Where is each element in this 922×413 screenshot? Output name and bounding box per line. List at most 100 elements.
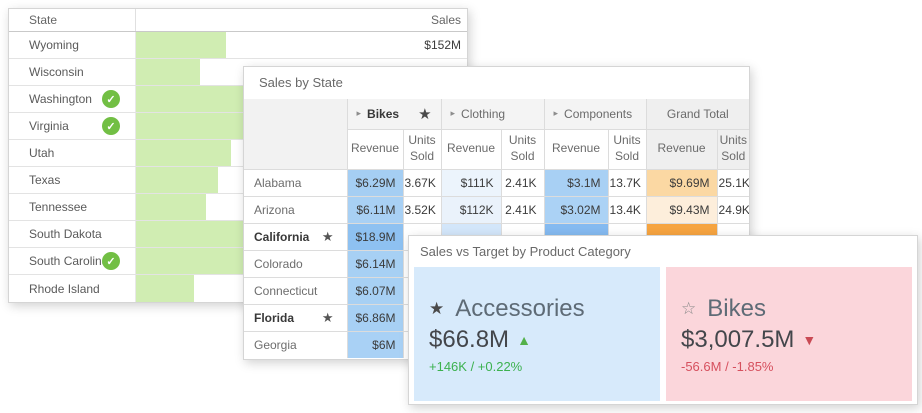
pivot-data-cell[interactable]: $9.43M <box>646 196 717 223</box>
state-label: Virginia <box>29 119 69 133</box>
favorite-star-icon[interactable]: ★ <box>322 229 334 245</box>
pivot-row-label[interactable]: Georgia <box>244 331 347 358</box>
favorite-star-outline-icon[interactable]: ☆ <box>681 299 696 319</box>
favorite-star-filled-icon[interactable]: ★ <box>429 299 444 319</box>
pivot-corner-cell <box>244 99 347 169</box>
card-value: $3,007.5M <box>681 326 794 354</box>
pivot-row-label[interactable]: Arizona <box>244 196 347 223</box>
pivot-data-cell[interactable]: $6.07M <box>347 277 403 304</box>
check-badge-icon: ✓ <box>102 90 120 108</box>
state-label: Tennessee <box>29 200 87 214</box>
state-label: Rhode Island <box>29 282 100 296</box>
favorite-star-icon[interactable]: ★ <box>322 310 334 326</box>
subheader-units-clothing[interactable]: Units Sold <box>501 129 544 169</box>
state-label: Washington <box>29 92 92 106</box>
subheader-units-bikes[interactable]: Units Sold <box>403 129 441 169</box>
pivot-data-cell[interactable]: 2.41K <box>501 196 544 223</box>
grid-header-row: State Sales <box>9 9 467 32</box>
sales-data-bar <box>136 248 248 274</box>
pivot-category-clothing[interactable]: ▸ Clothing <box>441 99 544 129</box>
sales-bar-cell: $152M <box>136 32 467 58</box>
subheader-units-components[interactable]: Units Sold <box>608 129 646 169</box>
state-label: Texas <box>29 173 60 187</box>
pivot-data-cell[interactable]: $6.11M <box>347 196 403 223</box>
pivot-data-cell[interactable]: $6M <box>347 331 403 358</box>
pivot-data-cell[interactable]: 25.1K <box>717 169 749 196</box>
state-label-cell: Rhode Island <box>9 275 136 302</box>
sales-data-bar <box>136 221 248 247</box>
pivot-category-grand-total[interactable]: Grand Total <box>646 99 749 129</box>
pivot-row-label[interactable]: Colorado <box>244 250 347 277</box>
pivot-data-cell[interactable]: 2.41K <box>501 169 544 196</box>
expand-arrow-icon[interactable]: ▸ <box>451 108 456 119</box>
state-label: South Carolina <box>29 254 108 268</box>
pivot-data-cell[interactable]: $6.86M <box>347 304 403 331</box>
state-label-cell: Utah <box>9 140 136 166</box>
sales-data-bar <box>136 113 248 139</box>
category-label: Grand Total <box>667 107 729 121</box>
pivot-data-cell[interactable]: 13.4K <box>608 196 646 223</box>
pivot-data-cell[interactable]: 3.67K <box>403 169 441 196</box>
card-name: Accessories <box>455 295 584 323</box>
trend-up-icon: ▲ <box>517 332 531 348</box>
pivot-row-label[interactable]: California★ <box>244 223 347 250</box>
subheader-revenue-clothing[interactable]: Revenue <box>441 129 501 169</box>
kpi-title: Sales vs Target by Product Category <box>409 236 917 267</box>
sales-vs-target-panel: Sales vs Target by Product Category ★ Acc… <box>408 235 918 405</box>
pivot-data-cell[interactable]: 24.9K <box>717 196 749 223</box>
favorite-star-icon[interactable]: ★ <box>418 105 431 123</box>
pivot-row-label[interactable]: Connecticut <box>244 277 347 304</box>
pivot-data-cell[interactable]: 3.52K <box>403 196 441 223</box>
subheader-revenue-bikes[interactable]: Revenue <box>347 129 403 169</box>
pivot-data-cell[interactable]: $9.69M <box>646 169 717 196</box>
grid-row-wyoming[interactable]: Wyoming $152M <box>9 32 467 59</box>
pivot-row-label[interactable]: Florida★ <box>244 304 347 331</box>
subheader-units-grand-total[interactable]: Units Sold <box>717 129 749 169</box>
kpi-cards-container: ★Accessories$66.8M▲+146K / +0.22%☆Bikes$… <box>409 267 917 401</box>
pivot-row-alabama: Alabama$6.29M3.67K$111K2.41K$3.1M13.7K$9… <box>244 169 749 196</box>
state-label-cell: Tennessee <box>9 194 136 220</box>
sales-data-bar <box>136 275 194 302</box>
check-badge-icon: ✓ <box>102 117 120 135</box>
trend-down-icon: ▼ <box>802 332 816 348</box>
category-label: Clothing <box>461 107 505 121</box>
state-label-cell: Texas <box>9 167 136 193</box>
pivot-category-row: ▸ Bikes ★ ▸ Clothing ▸ Components Grand Total <box>244 99 749 129</box>
pivot-data-cell[interactable]: $6.29M <box>347 169 403 196</box>
sales-data-bar <box>136 86 248 112</box>
state-label-cell: Wisconsin <box>9 59 136 85</box>
state-label: Utah <box>29 146 54 160</box>
pivot-category-components[interactable]: ▸ Components <box>544 99 646 129</box>
state-label-cell: Virginia ✓ <box>9 113 136 139</box>
category-label: Bikes <box>367 107 399 121</box>
pivot-data-cell[interactable]: $3.1M <box>544 169 608 196</box>
pivot-row-label[interactable]: Alabama <box>244 169 347 196</box>
check-badge-icon: ✓ <box>102 252 120 270</box>
card-value: $66.8M <box>429 326 509 354</box>
pivot-data-cell[interactable]: $3.02M <box>544 196 608 223</box>
column-header-state[interactable]: State <box>9 9 136 31</box>
subheader-revenue-grand-total[interactable]: Revenue <box>646 129 717 169</box>
state-label-cell: Washington ✓ <box>9 86 136 112</box>
sales-data-bar <box>136 140 231 166</box>
pivot-data-cell[interactable]: $18.9M <box>347 223 403 250</box>
kpi-card-accessories[interactable]: ★Accessories$66.8M▲+146K / +0.22% <box>414 267 660 401</box>
subheader-revenue-components[interactable]: Revenue <box>544 129 608 169</box>
column-header-sales[interactable]: Sales <box>136 9 467 31</box>
pivot-data-cell[interactable]: $6.14M <box>347 250 403 277</box>
pivot-category-bikes[interactable]: ▸ Bikes ★ <box>347 99 441 129</box>
state-label-cell: South Carolina✓ <box>9 248 136 274</box>
expand-arrow-icon[interactable]: ▸ <box>357 108 362 119</box>
pivot-data-cell[interactable]: $112K <box>441 196 501 223</box>
category-label: Components <box>564 107 632 121</box>
sales-data-bar <box>136 194 206 220</box>
pivot-data-cell[interactable]: 13.7K <box>608 169 646 196</box>
expand-arrow-icon[interactable]: ▸ <box>554 108 559 119</box>
sales-data-bar <box>136 32 226 58</box>
kpi-card-bikes[interactable]: ☆Bikes$3,007.5M▼-56.6M / -1.85% <box>666 267 912 401</box>
pivot-data-cell[interactable]: $111K <box>441 169 501 196</box>
card-name: Bikes <box>707 295 766 323</box>
sales-value: $152M <box>424 32 461 58</box>
state-label-cell: Wyoming <box>9 32 136 58</box>
pivot-row-arizona: Arizona$6.11M3.52K$112K2.41K$3.02M13.4K$… <box>244 196 749 223</box>
